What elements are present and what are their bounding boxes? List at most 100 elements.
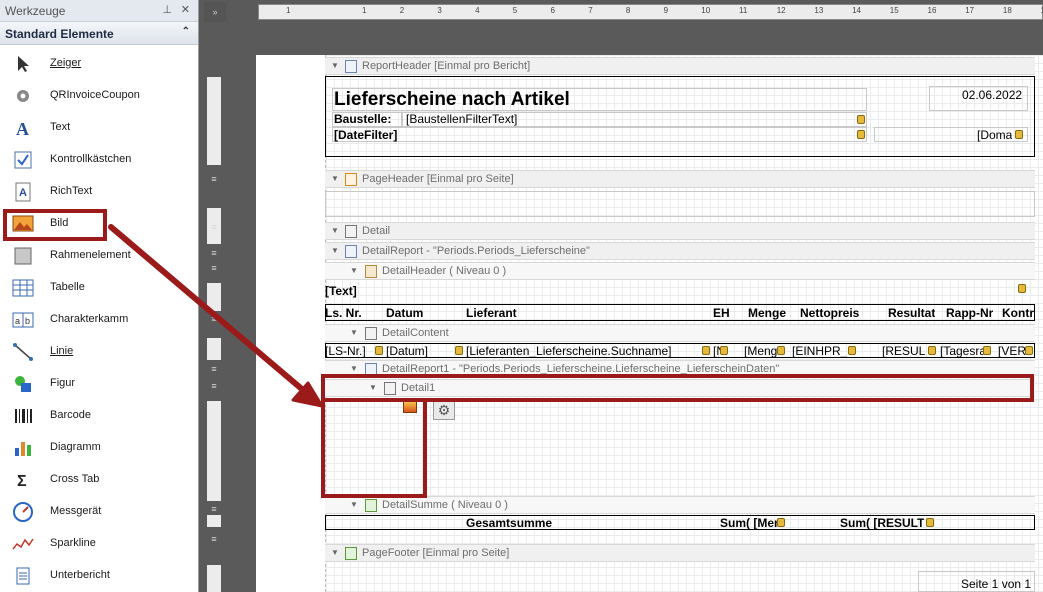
databinding-icon[interactable] [926, 518, 934, 527]
page-number[interactable]: Seite 1 von 1 [961, 577, 1031, 591]
expand-icon[interactable]: ▼ [350, 328, 358, 337]
band-grip-icon[interactable]: ≡ [209, 315, 219, 324]
column-header[interactable]: Nettopreis [800, 306, 859, 320]
sigma-icon: Σ [12, 469, 34, 491]
baustelle-value[interactable]: [BaustellenFilterText] [406, 112, 517, 126]
date-filter[interactable]: [DateFilter] [334, 128, 397, 142]
sum-menge[interactable]: Sum( [Men [720, 516, 781, 530]
tool-tabelle[interactable]: Tabelle [0, 273, 198, 305]
panel-icon [12, 245, 34, 267]
tool-barcode[interactable]: Barcode [0, 401, 198, 433]
expand-icon[interactable]: ▼ [350, 500, 358, 509]
data-cell[interactable]: [LS-Nr.] [325, 344, 366, 358]
tool-messgerät[interactable]: Messgerät [0, 497, 198, 529]
collapse-icon[interactable]: ⌃ [182, 26, 190, 37]
tool-qrinvoicecoupon[interactable]: QRInvoiceCoupon [0, 81, 198, 113]
expand-icon[interactable]: ▼ [331, 246, 339, 255]
ruler-corner-icon[interactable]: » [204, 2, 226, 22]
databinding-icon[interactable] [857, 130, 865, 139]
column-header[interactable]: Menge [748, 306, 786, 320]
band-grip-icon[interactable]: ≡ [209, 382, 219, 391]
tool-linie[interactable]: Linie [0, 337, 198, 369]
pointer-icon [12, 53, 34, 75]
ruler-tick-label: 15 [889, 6, 899, 15]
expand-icon[interactable]: ▼ [350, 266, 358, 275]
tool-charakterkamm[interactable]: a b Charakterkamm [0, 305, 198, 337]
tool-text[interactable]: A Text [0, 113, 198, 145]
text-field[interactable]: [Text] [325, 284, 357, 298]
band-page-footer[interactable]: ▼ PageFooter [Einmal pro Seite] [325, 544, 1035, 562]
tool-rahmenelement[interactable]: Rahmenelement [0, 241, 198, 273]
tool-richtext[interactable]: A RichText [0, 177, 198, 209]
databinding-icon[interactable] [702, 346, 710, 355]
databinding-icon[interactable] [928, 346, 936, 355]
tool-sparkline[interactable]: Sparkline [0, 529, 198, 561]
data-cell[interactable]: [Lieferanten_Lieferscheine.Suchname] [466, 344, 671, 358]
band-page-header[interactable]: ▼ PageHeader [Einmal pro Seite] [325, 170, 1035, 188]
column-header[interactable]: Resultat [888, 306, 935, 320]
column-header[interactable]: EH [713, 306, 730, 320]
data-cell[interactable]: [RESUL [882, 344, 925, 358]
sum-resultat[interactable]: Sum( [RESULT [840, 516, 924, 530]
band-report-header[interactable]: ▼ ReportHeader [Einmal pro Bericht] [325, 57, 1035, 75]
databinding-icon[interactable] [1018, 284, 1026, 293]
band-grip-icon[interactable]: ≡ [209, 223, 219, 232]
databinding-icon[interactable] [1015, 130, 1023, 139]
band-detail-content[interactable]: ▼ DetailContent [325, 324, 1035, 342]
domain-field[interactable]: [Doma [977, 128, 1012, 142]
databinding-icon[interactable] [857, 115, 865, 124]
tool-figur[interactable]: Figur [0, 369, 198, 401]
data-cell[interactable]: [Meng [744, 344, 777, 358]
expand-icon[interactable]: ▼ [331, 174, 339, 183]
databinding-icon[interactable] [777, 518, 785, 527]
tool-zeiger[interactable]: Zeiger [0, 49, 198, 81]
gear-icon[interactable]: ⚙ [433, 400, 455, 420]
databinding-icon[interactable] [1025, 346, 1033, 355]
band-grip-icon[interactable]: ≡ [209, 264, 219, 273]
baustelle-label[interactable]: Baustelle: [334, 112, 391, 126]
pin-icon[interactable]: ⊥ [162, 3, 172, 16]
tool-cross-tab[interactable]: Σ Cross Tab [0, 465, 198, 497]
column-header[interactable]: Kontr [1002, 306, 1034, 320]
data-cell[interactable]: [EINHPR_ [792, 344, 847, 358]
column-header[interactable]: Datum [386, 306, 423, 320]
ruler-tick-label: 17 [965, 6, 975, 15]
expand-icon[interactable]: ▼ [350, 364, 358, 373]
column-header[interactable]: Ls. Nr. [325, 306, 362, 320]
svg-text:b: b [25, 316, 30, 326]
band-detail[interactable]: ▼ Detail [325, 222, 1035, 240]
svg-text:A: A [19, 187, 27, 199]
band-detail-header[interactable]: ▼ DetailHeader ( Niveau 0 ) [325, 262, 1035, 280]
databinding-icon[interactable] [375, 346, 383, 355]
band-detail-summe[interactable]: ▼ DetailSumme ( Niveau 0 ) [325, 496, 1035, 514]
total-label[interactable]: Gesamtsumme [466, 516, 552, 530]
databinding-icon[interactable] [720, 346, 728, 355]
tool-diagramm[interactable]: Diagramm [0, 433, 198, 465]
band-detail-report[interactable]: ▼ DetailReport - "Periods.Periods_Liefer… [325, 242, 1035, 260]
tool-unterbericht[interactable]: Unterbericht [0, 561, 198, 592]
report-date[interactable]: 02.06.2022 [962, 88, 1022, 102]
report-title[interactable]: Lieferscheine nach Artikel [334, 89, 570, 111]
band-label: DetailHeader ( Niveau 0 ) [382, 265, 507, 277]
band-label: PageFooter [Einmal pro Seite] [362, 547, 510, 559]
band-grip-icon[interactable]: ≡ [209, 505, 219, 514]
column-header[interactable]: Lieferant [466, 306, 517, 320]
band-grip-icon[interactable]: ≡ [209, 175, 219, 184]
expand-icon[interactable]: ▼ [331, 548, 339, 557]
band-grip-icon[interactable]: ≡ [209, 535, 219, 544]
column-header[interactable]: Rapp-Nr [946, 306, 993, 320]
databinding-icon[interactable] [455, 346, 463, 355]
data-cell[interactable]: [Tagesra [940, 344, 986, 358]
expand-icon[interactable]: ▼ [331, 61, 339, 70]
close-icon[interactable]: ✕ [181, 3, 190, 16]
band-icon [345, 547, 357, 560]
tool-kontrollkästchen[interactable]: Kontrollkästchen [0, 145, 198, 177]
databinding-icon[interactable] [777, 346, 785, 355]
databinding-icon[interactable] [848, 346, 856, 355]
toolbox-group-header[interactable]: Standard Elemente ⌃ [0, 22, 198, 45]
data-cell[interactable]: [Datum] [386, 344, 428, 358]
databinding-icon[interactable] [983, 346, 991, 355]
band-grip-icon[interactable]: ≡ [209, 249, 219, 258]
band-grip-icon[interactable]: ≡ [209, 365, 219, 374]
expand-icon[interactable]: ▼ [331, 226, 339, 235]
